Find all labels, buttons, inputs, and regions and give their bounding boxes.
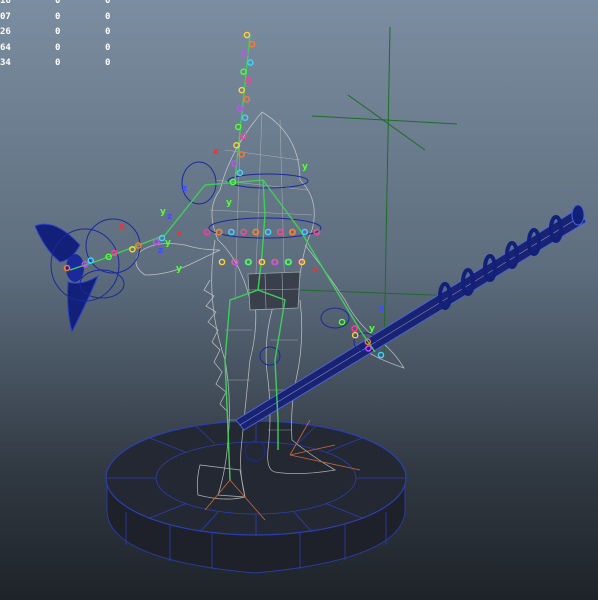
x-axis-label: x: [213, 147, 219, 157]
joint-sphere[interactable]: [218, 258, 226, 266]
x-axis-label: x: [176, 229, 182, 239]
pedestal-mesh[interactable]: [105, 420, 407, 574]
skeleton-bones: [69, 34, 376, 481]
joint-sphere[interactable]: [238, 86, 246, 94]
joint-sphere[interactable]: [338, 318, 346, 326]
joint-sphere[interactable]: [238, 151, 245, 158]
3d-viewport[interactable]: x x x x y y y y y y z z z z: [0, 0, 598, 600]
z-axis-label: z: [167, 212, 172, 222]
y-axis-label: y: [302, 162, 308, 172]
joint-sphere[interactable]: [152, 238, 160, 246]
z-axis-label: z: [379, 304, 384, 314]
y-axis-label: y: [160, 207, 166, 217]
joint-sphere[interactable]: [248, 40, 256, 48]
joint-sphere[interactable]: [241, 114, 249, 121]
joint-sphere[interactable]: [240, 68, 247, 76]
joint-sphere[interactable]: [243, 31, 251, 39]
joint-sphere[interactable]: [247, 59, 254, 66]
y-axis-label: y: [369, 324, 375, 334]
joint-sphere[interactable]: [243, 96, 251, 103]
joint-sphere[interactable]: [245, 77, 252, 85]
y-axis-label: y: [176, 264, 182, 274]
joint-sphere[interactable]: [351, 325, 358, 332]
y-axis-label: y: [165, 238, 171, 248]
joint-sphere[interactable]: [241, 50, 249, 57]
joint-chain[interactable]: [63, 31, 385, 359]
staff-weapon[interactable]: [235, 204, 587, 431]
z-axis-label: z: [158, 246, 163, 256]
x-axis-label: x: [312, 265, 318, 275]
joint-sphere[interactable]: [377, 351, 385, 359]
axe-weapon[interactable]: [34, 223, 100, 334]
y-axis-label: y: [226, 198, 232, 208]
x-axis-label: x: [119, 222, 125, 232]
joint-sphere[interactable]: [203, 228, 211, 236]
joint-sphere[interactable]: [236, 169, 244, 177]
z-axis-label: z: [182, 184, 187, 194]
